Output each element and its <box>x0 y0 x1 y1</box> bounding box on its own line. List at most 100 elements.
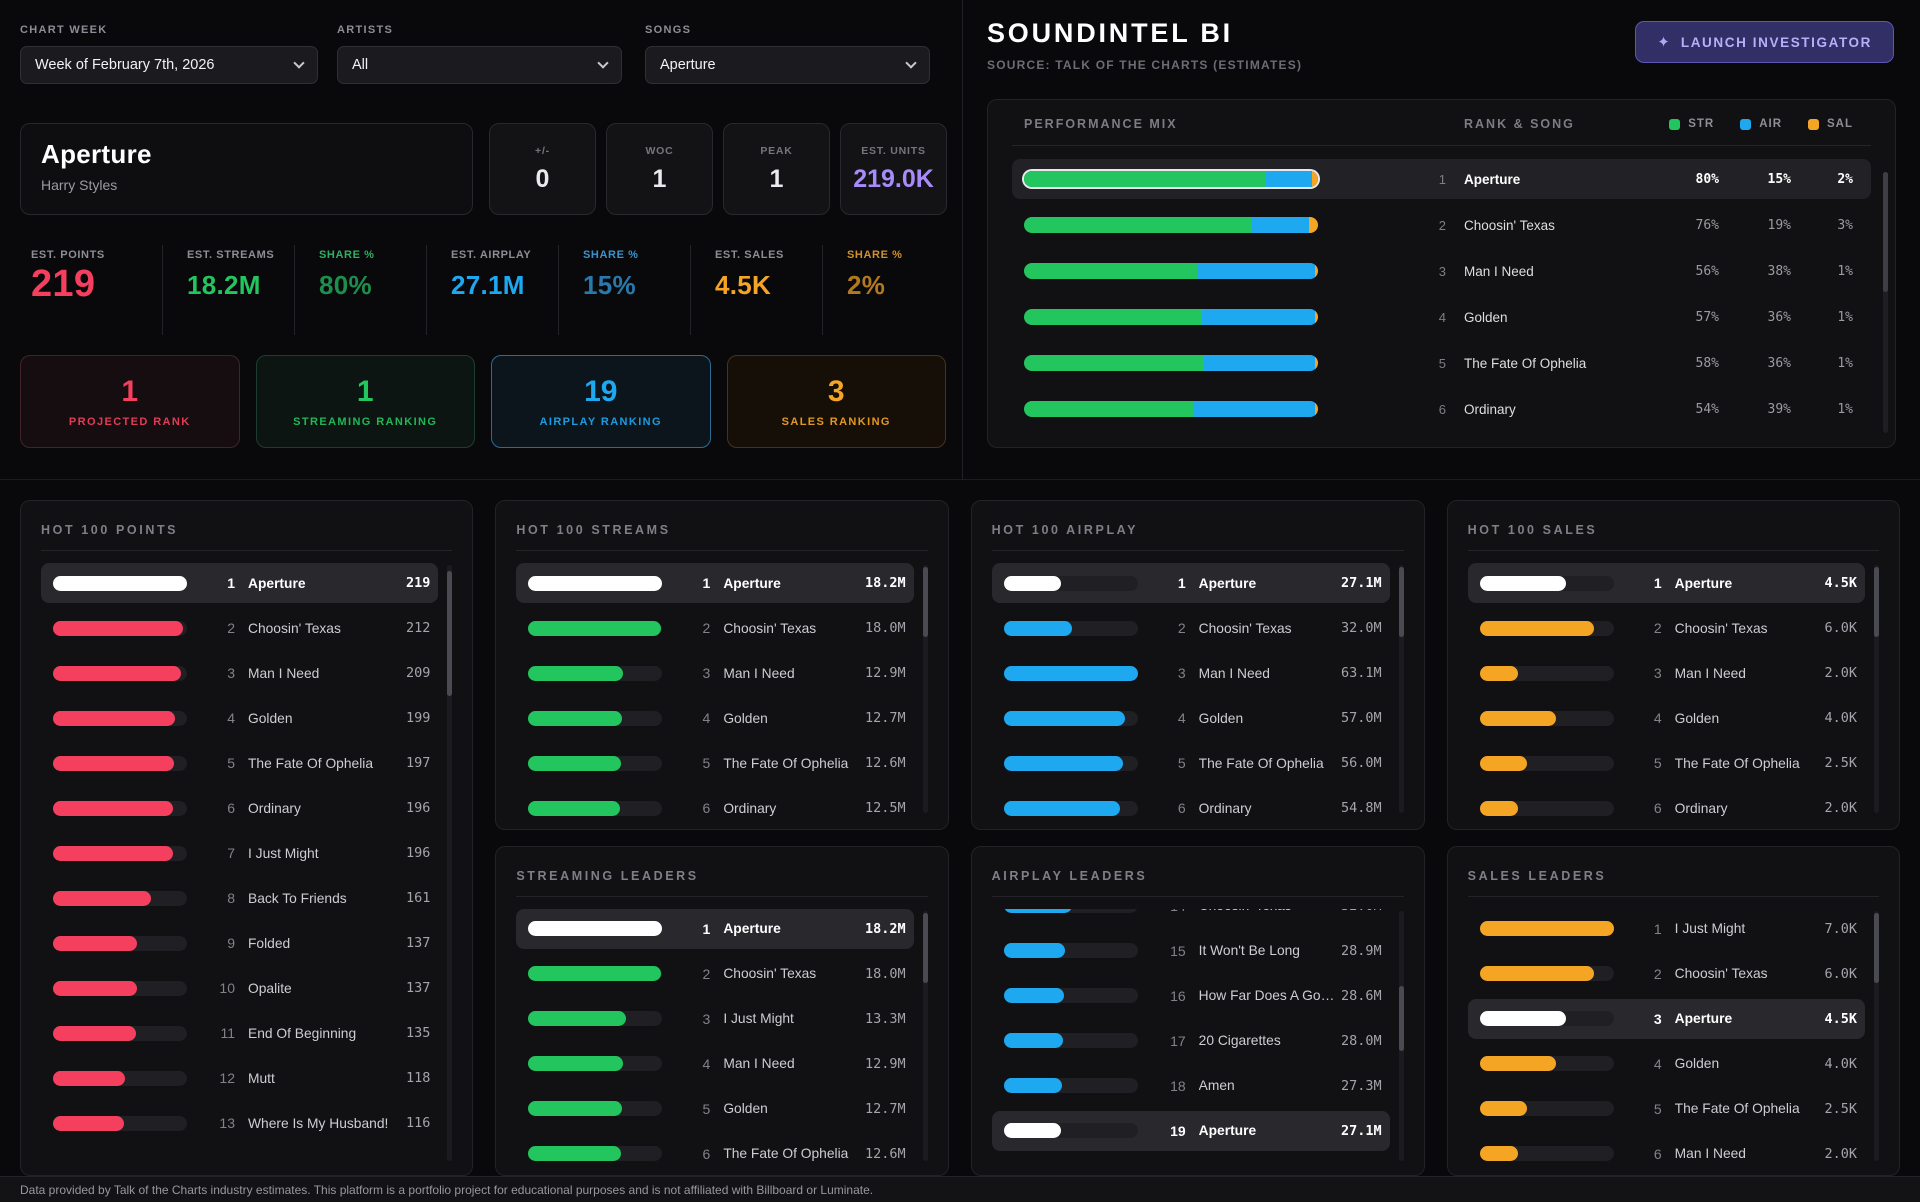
bar-track <box>528 966 662 981</box>
scrollbar-thumb[interactable] <box>1883 172 1888 292</box>
scrollbar-thumb[interactable] <box>1874 913 1879 983</box>
list-item[interactable]: 4Golden12.7M <box>516 698 913 738</box>
chart-week-select[interactable]: Week of February 7th, 2026 <box>20 46 318 84</box>
list-item-highlight[interactable]: 1Aperture27.1M <box>992 563 1390 603</box>
list-item[interactable]: 5The Fate Of Ophelia2.5K <box>1468 743 1865 783</box>
bar-track <box>1480 801 1614 816</box>
list-item[interactable]: 6Ordinary54.8M <box>992 788 1390 817</box>
performance-mix-title: PERFORMANCE MIX <box>1024 117 1318 131</box>
list-item[interactable]: 2Choosin' Texas18.0M <box>516 954 913 994</box>
bar-track <box>528 1146 662 1161</box>
scrollbar-track[interactable] <box>1874 911 1879 1161</box>
performance-row[interactable]: 4Golden57%36%1% <box>1012 297 1871 337</box>
list-item[interactable]: 3Man I Need12.9M <box>516 653 913 693</box>
list-item[interactable]: 2Choosin' Texas6.0K <box>1468 608 1865 648</box>
list-item-highlight[interactable]: 1Aperture219 <box>41 563 438 603</box>
list-item[interactable]: 2Choosin' Texas32.0M <box>992 608 1390 648</box>
scrollbar-track[interactable] <box>447 565 452 1161</box>
bar-fill <box>1004 988 1065 1003</box>
scrollbar-track[interactable] <box>1883 172 1888 433</box>
artists-select[interactable]: All <box>337 46 622 84</box>
list-item[interactable]: 2Choosin' Texas6.0K <box>1468 954 1865 994</box>
bar-fill <box>53 1116 124 1131</box>
list-item[interactable]: 1I Just Might7.0K <box>1468 909 1865 949</box>
list-item[interactable]: 5The Fate Of Ophelia56.0M <box>992 743 1390 783</box>
top-section: CHART WEEK Week of February 7th, 2026 AR… <box>0 0 1920 480</box>
performance-row[interactable]: 3Man I Need56%38%1% <box>1012 251 1871 291</box>
songs-select[interactable]: Aperture <box>645 46 930 84</box>
list-item[interactable]: 6Ordinary196 <box>41 788 438 828</box>
list-item[interactable]: 2Choosin' Texas212 <box>41 608 438 648</box>
song-title: Amen <box>1199 1078 1341 1093</box>
scrollbar-thumb[interactable] <box>1399 986 1404 1051</box>
list-item[interactable]: 18Amen27.3M <box>992 1066 1390 1106</box>
list-item[interactable]: 7I Just Might196 <box>41 833 438 873</box>
performance-row[interactable]: 5The Fate Of Ophelia58%36%1% <box>1012 343 1871 383</box>
list-item-highlight[interactable]: 1Aperture18.2M <box>516 563 913 603</box>
list-item[interactable]: 3Man I Need63.1M <box>992 653 1390 693</box>
scrollbar-track[interactable] <box>923 565 928 813</box>
scrollbar-thumb[interactable] <box>1399 567 1404 636</box>
panel-airplay-leaders: AIRPLAY LEADERS 14Choosin' Texas32.0M15I… <box>971 846 1425 1177</box>
list-item[interactable]: 5Golden12.7M <box>516 1089 913 1129</box>
list-item[interactable]: 3Man I Need2.0K <box>1468 653 1865 693</box>
card-streaming-ranking[interactable]: 1 STREAMING RANKING <box>256 355 476 448</box>
list-item[interactable]: 10Opalite137 <box>41 968 438 1008</box>
list-item-highlight[interactable]: 1Aperture18.2M <box>516 909 913 949</box>
list-item[interactable]: 4Golden4.0K <box>1468 1044 1865 1084</box>
scrollbar-track[interactable] <box>1399 911 1404 1161</box>
list-item[interactable]: 6Ordinary12.5M <box>516 788 913 817</box>
list-item[interactable]: 5The Fate Of Ophelia197 <box>41 743 438 783</box>
scrollbar-thumb[interactable] <box>923 913 928 983</box>
seg-str-segment <box>1024 355 1204 371</box>
card-sales-ranking[interactable]: 3 SALES RANKING <box>727 355 947 448</box>
list-item[interactable]: 9Folded137 <box>41 923 438 963</box>
list-item[interactable]: 4Golden4.0K <box>1468 698 1865 738</box>
song-rank: 11 <box>211 1025 235 1041</box>
scrollbar-thumb[interactable] <box>447 571 452 696</box>
list-item[interactable]: 4Golden199 <box>41 698 438 738</box>
list-item[interactable]: 4Man I Need12.9M <box>516 1044 913 1084</box>
list-item[interactable]: 15It Won't Be Long28.9M <box>992 931 1390 971</box>
scrollbar-thumb[interactable] <box>1874 567 1879 636</box>
scrollbar-track[interactable] <box>1399 565 1404 813</box>
performance-row[interactable]: 2Choosin' Texas76%19%3% <box>1012 205 1871 245</box>
performance-row[interactable]: 1Aperture80%15%2% <box>1012 159 1871 199</box>
list-item[interactable]: 2Choosin' Texas18.0M <box>516 608 913 648</box>
song-value: 63.1M <box>1341 665 1382 681</box>
list-item-highlight[interactable]: 19Aperture27.1M <box>992 1111 1390 1151</box>
list-item[interactable]: 3Man I Need209 <box>41 653 438 693</box>
card-airplay-ranking[interactable]: 19 AIRPLAY RANKING <box>491 355 711 448</box>
performance-row[interactable]: 6Ordinary54%39%1% <box>1012 389 1871 429</box>
list-item[interactable]: 13Where Is My Husband!116 <box>41 1103 438 1143</box>
song-value: 2.0K <box>1824 1146 1857 1162</box>
scrollbar-track[interactable] <box>1874 565 1879 813</box>
sales-share: 3% <box>1791 218 1853 233</box>
list-item[interactable]: 5The Fate Of Ophelia12.6M <box>516 743 913 783</box>
list-item[interactable]: 4Golden57.0M <box>992 698 1390 738</box>
list-item[interactable]: 14Choosin' Texas32.0M <box>992 909 1390 926</box>
song-rank: 10 <box>211 980 235 996</box>
list-item[interactable]: 12Mutt118 <box>41 1058 438 1098</box>
bar-track <box>1480 576 1614 591</box>
card-projected-rank[interactable]: 1 PROJECTED RANK <box>20 355 240 448</box>
panel-title: HOT 100 SALES <box>1468 519 1879 551</box>
list-item[interactable]: 6The Fate Of Ophelia12.6M <box>516 1134 913 1165</box>
scrollbar-track[interactable] <box>923 911 928 1161</box>
scrollbar-thumb[interactable] <box>923 567 928 636</box>
list-item[interactable]: 1720 Cigarettes28.0M <box>992 1021 1390 1061</box>
bar-fill <box>53 576 187 591</box>
list-item[interactable]: 3I Just Might13.3M <box>516 999 913 1039</box>
list-item[interactable]: 6Man I Need2.0K <box>1468 1134 1865 1165</box>
launch-investigator-button[interactable]: ✦ LAUNCH INVESTIGATOR <box>1635 21 1894 63</box>
bar-fill <box>53 1071 125 1086</box>
chip-change: +/- 0 <box>489 123 596 215</box>
list-item[interactable]: 6Ordinary2.0K <box>1468 788 1865 817</box>
list-item[interactable]: 8Back To Friends161 <box>41 878 438 918</box>
list-item[interactable]: 11End Of Beginning135 <box>41 1013 438 1053</box>
song-title: Golden <box>1675 711 1825 726</box>
list-item-highlight[interactable]: 1Aperture4.5K <box>1468 563 1865 603</box>
list-item[interactable]: 5The Fate Of Ophelia2.5K <box>1468 1089 1865 1129</box>
list-item[interactable]: 16How Far Does A Good...28.6M <box>992 976 1390 1016</box>
list-item-highlight[interactable]: 3Aperture4.5K <box>1468 999 1865 1039</box>
